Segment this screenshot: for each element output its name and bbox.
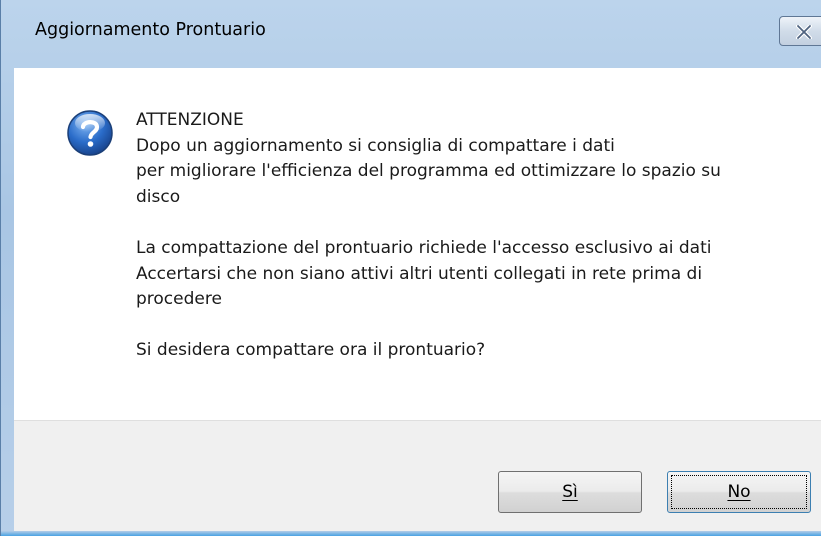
button-bar: Sì No — [14, 420, 821, 533]
message-line: Accertarsi che non siano attivi altri ut… — [136, 263, 703, 284]
message-line: La compattazione del prontuario richiede… — [136, 237, 712, 258]
message-line: per migliorare l'efficienza del programm… — [136, 161, 721, 182]
window-title: Aggiornamento Prontuario — [35, 20, 266, 40]
dialog-window: Aggiornamento Prontuario ATTENZIONE Dopo… — [0, 0, 821, 536]
message-heading: ATTENZIONE — [136, 110, 244, 130]
yes-button[interactable]: Sì — [498, 471, 642, 513]
message-area: ATTENZIONE Dopo un aggiornamento si cons… — [14, 68, 821, 420]
message-spacer — [136, 210, 796, 236]
question-icon — [67, 110, 113, 156]
message-line: Dopo un aggiornamento si consiglia di co… — [136, 135, 615, 156]
message-text: ATTENZIONE Dopo un aggiornamento si cons… — [136, 108, 796, 364]
no-button[interactable]: No — [667, 471, 811, 513]
close-button[interactable] — [779, 16, 821, 46]
message-line: procedere — [136, 289, 222, 310]
focus-rectangle — [671, 475, 807, 509]
title-bar[interactable]: Aggiornamento Prontuario — [1, 0, 821, 68]
dialog-client-area: ATTENZIONE Dopo un aggiornamento si cons… — [14, 68, 821, 536]
close-icon — [796, 25, 812, 39]
message-question: Si desidera compattare ora il prontuario… — [136, 340, 486, 361]
message-spacer — [136, 313, 796, 339]
message-line: disco — [136, 186, 181, 207]
yes-button-label: Sì — [562, 482, 578, 502]
